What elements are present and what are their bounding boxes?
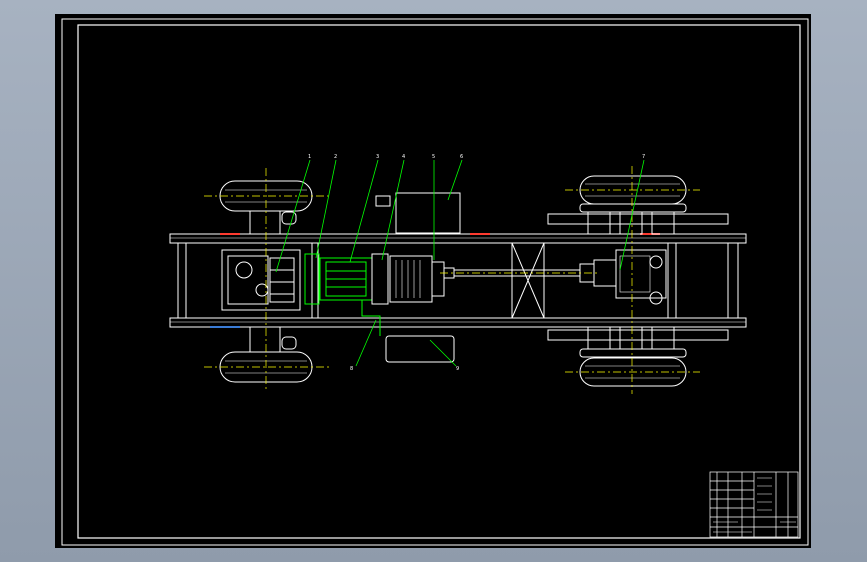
balloon-2: 2 [334,154,337,160]
drawing-canvas: 1 2 3 4 5 6 7 8 9 [55,14,811,548]
balloon-9: 9 [456,366,459,372]
drawing-sheet [55,14,811,548]
balloon-4: 4 [402,154,405,160]
balloon-3: 3 [376,154,379,160]
balloon-5: 5 [432,154,435,160]
balloon-1: 1 [308,154,311,160]
balloon-8: 8 [350,366,353,372]
balloon-7: 7 [642,154,645,160]
cad-viewport[interactable]: 1 2 3 4 5 6 7 8 9 [0,0,867,562]
balloon-6: 6 [460,154,463,160]
